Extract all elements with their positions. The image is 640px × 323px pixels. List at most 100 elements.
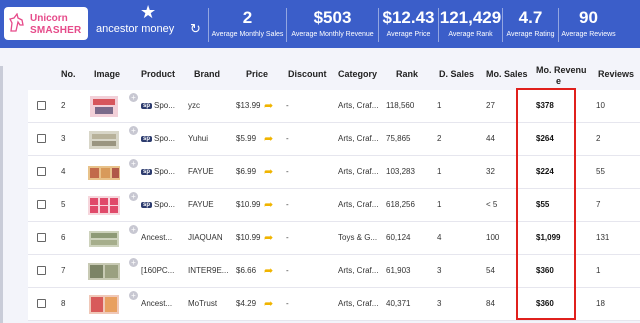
cell-product[interactable]: sp Spo... [141,134,175,143]
cell-daily-sales: 3 [437,299,442,308]
cell-no: 5 [61,200,66,209]
cell-discount: - [286,299,289,308]
cell-category: Arts, Craf... [338,299,379,308]
cell-product[interactable]: sp Spo... [141,200,175,209]
stat-label: Average Price [386,31,431,38]
row-checkbox[interactable] [37,266,46,275]
cell-brand: yzc [188,101,200,110]
add-icon[interactable]: + [129,291,138,300]
stat-label: Average Reviews [561,31,616,38]
col-category[interactable]: Category [338,69,377,79]
cell-reviews: 7 [596,200,601,209]
row-checkbox[interactable] [37,299,46,308]
cell-daily-sales: 1 [437,167,442,176]
col-monthly-revenue[interactable]: Mo. Revenu [536,65,587,75]
product-thumbnail[interactable] [86,127,122,152]
cell-product[interactable]: sp Spo... [141,167,175,176]
cell-reviews: 18 [596,299,605,308]
cell-daily-sales: 1 [437,200,442,209]
logo-text-line2: SMASHER [30,25,82,36]
cell-daily-sales: 1 [437,101,442,110]
product-thumbnail[interactable] [86,259,122,284]
product-thumbnail[interactable] [86,160,122,185]
product-thumbnail[interactable] [86,94,122,119]
price-history-icon[interactable]: ➦ [264,99,273,112]
col-discount[interactable]: Discount [288,69,327,79]
sponsored-badge: sp [141,169,153,175]
col-daily-sales[interactable]: D. Sales [439,69,474,79]
refresh-icon[interactable]: ↻ [190,21,201,37]
row-checkbox[interactable] [37,233,46,242]
stat-avg-reviews: 90 Average Reviews [558,8,618,42]
cell-monthly-sales: 54 [486,266,495,275]
product-title: Spo... [154,101,175,110]
stat-label: Average Monthly Revenue [291,31,374,38]
col-no[interactable]: No. [61,69,76,79]
add-icon[interactable]: + [129,192,138,201]
stat-avg-rank: 121,429 Average Rank [438,8,502,42]
col-brand[interactable]: Brand [194,69,220,79]
cell-product[interactable]: [160PC... [141,266,174,275]
product-thumbnail[interactable] [86,193,122,218]
row-checkbox[interactable] [37,167,46,176]
stat-avg-monthly-revenue: $503 Average Monthly Revenue [286,8,378,42]
add-icon[interactable]: + [129,126,138,135]
col-monthly-sales[interactable]: Mo. Sales [486,69,528,79]
col-product[interactable]: Product [141,69,175,79]
cell-monthly-sales: 44 [486,134,495,143]
product-thumbnail[interactable] [86,226,122,251]
price-history-icon[interactable]: ➦ [264,264,273,277]
cell-product[interactable]: sp Spo... [141,101,175,110]
cell-price: $13.99 [236,101,261,110]
price-history-icon[interactable]: ➦ [264,198,273,211]
sponsored-badge: sp [141,103,153,109]
col-rank[interactable]: Rank [396,69,418,79]
product-title: Spo... [154,134,175,143]
row-checkbox[interactable] [37,101,46,110]
price-history-icon[interactable]: ➦ [264,231,273,244]
cell-reviews: 131 [596,233,610,242]
col-reviews[interactable]: Reviews [598,69,634,79]
add-icon[interactable]: + [129,93,138,102]
cell-discount: - [286,101,289,110]
unicorn-logo-icon [9,13,24,32]
stat-label: Average Rating [506,31,555,38]
cell-discount: - [286,167,289,176]
cell-no: 6 [61,233,66,242]
cell-rank: 40,371 [386,299,411,308]
cell-product[interactable]: Ancest... [141,299,172,308]
col-price[interactable]: Price [246,69,268,79]
cell-brand: FAYUE [188,200,214,209]
cell-discount: - [286,200,289,209]
add-icon[interactable]: + [129,225,138,234]
cell-daily-sales: 3 [437,266,442,275]
cell-brand: JIAQUAN [188,233,223,242]
cell-product[interactable]: Ancest... [141,233,172,242]
cell-rank: 60,124 [386,233,411,242]
product-thumbnail[interactable] [86,292,122,317]
row-checkbox[interactable] [37,134,46,143]
row-checkbox[interactable] [37,200,46,209]
cell-brand: INTER9E... [188,266,229,275]
price-history-icon[interactable]: ➦ [264,132,273,145]
cell-no: 7 [61,266,66,275]
cell-no: 4 [61,167,66,176]
scrollbar[interactable] [0,66,3,323]
add-icon[interactable]: + [129,159,138,168]
stat-value: $503 [313,8,352,27]
cell-reviews: 55 [596,167,605,176]
price-history-icon[interactable]: ➦ [264,297,273,310]
table-header: No. Image Product Brand Price Discount C… [28,60,640,90]
star-icon[interactable]: ★ [140,2,156,23]
stat-value: 90 [579,8,598,27]
col-image: Image [94,69,121,79]
add-icon[interactable]: + [129,258,138,267]
cell-no: 3 [61,134,66,143]
cell-category: Toys & G... [338,233,378,242]
price-history-icon[interactable]: ➦ [264,165,273,178]
cell-category: Arts, Craf... [338,200,379,209]
cell-category: Arts, Craf... [338,266,379,275]
stat-value: 121,429 [439,8,502,27]
monthly-revenue-highlight [516,88,576,320]
stat-avg-price: $12.43 Average Price [378,8,438,42]
